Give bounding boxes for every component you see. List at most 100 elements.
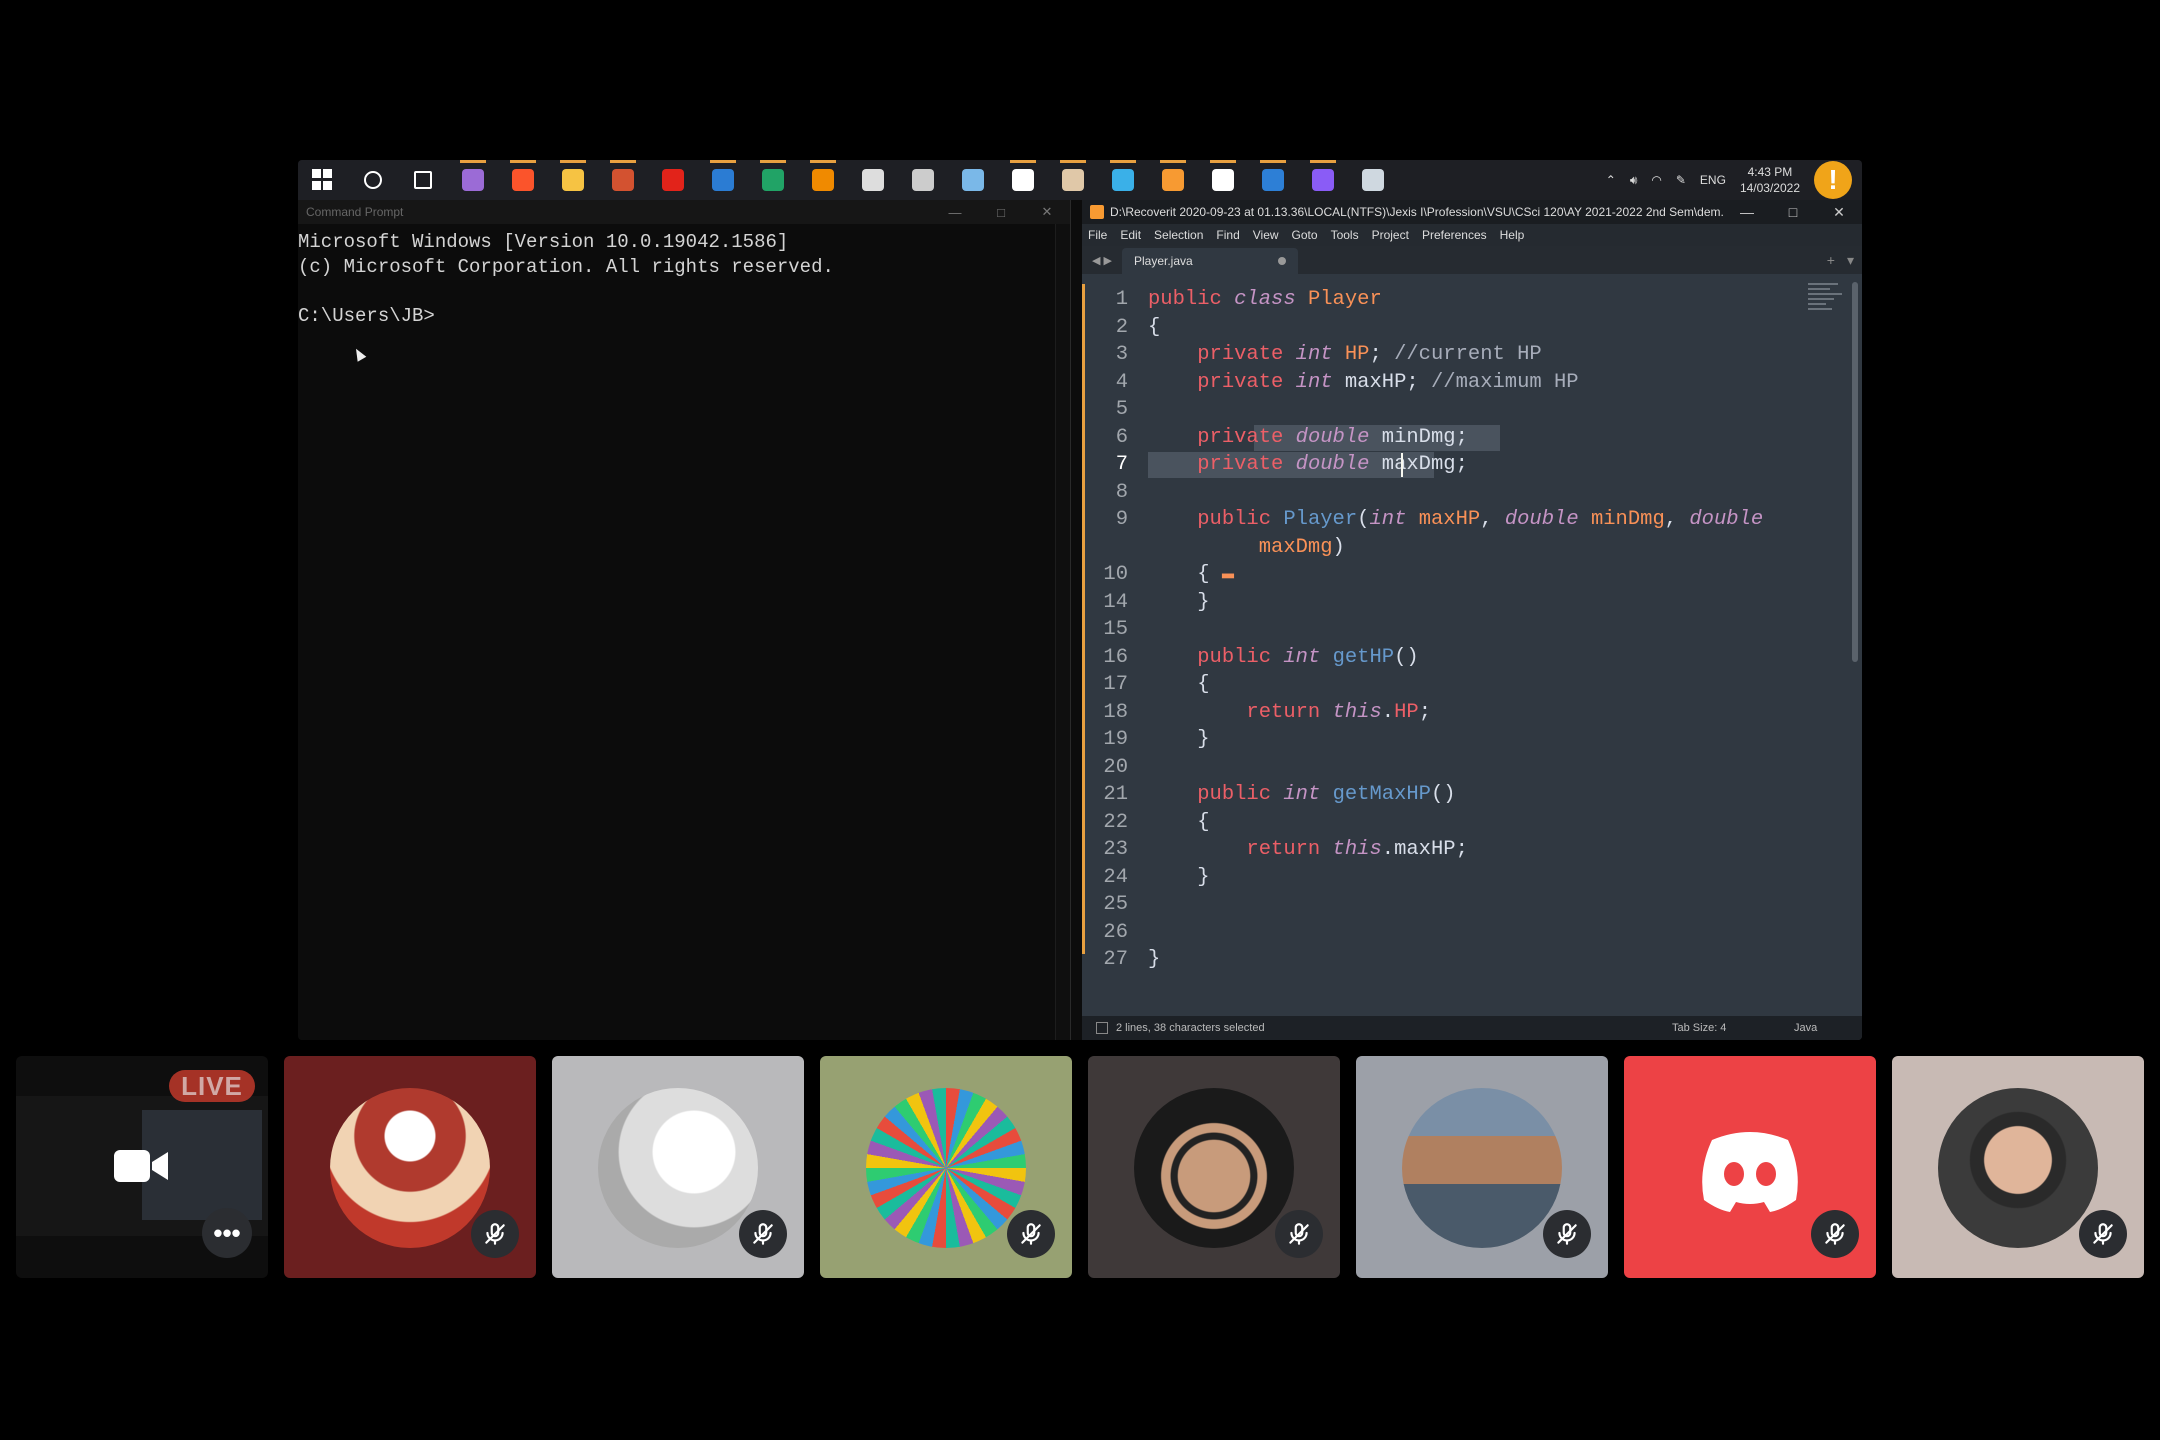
new-tab-icon[interactable]: + — [1827, 252, 1835, 269]
participant-tile-meme-avatar[interactable] — [552, 1056, 804, 1278]
menu-view[interactable]: View — [1253, 228, 1279, 242]
sublime-logo-icon — [1090, 205, 1104, 219]
code-line[interactable]: 6 private double minDmg; — [1082, 424, 1862, 452]
code-line[interactable]: 15 — [1082, 616, 1862, 644]
music-app-icon[interactable] — [848, 160, 898, 200]
sublime-text-icon[interactable] — [1148, 160, 1198, 200]
remote-desktop-icon[interactable] — [1348, 160, 1398, 200]
wifi-icon[interactable]: ◠ — [1651, 173, 1661, 187]
code-line[interactable]: 4 private int maxHP; //maximum HP — [1082, 369, 1862, 397]
menu-find[interactable]: Find — [1216, 228, 1239, 242]
language-indicator[interactable]: ENG — [1700, 173, 1726, 187]
code-line[interactable]: 2{ — [1082, 314, 1862, 342]
terminal-icon[interactable] — [1198, 160, 1248, 200]
search-icon[interactable] — [348, 160, 398, 200]
menu-tools[interactable]: Tools — [1331, 228, 1359, 242]
code-line[interactable]: 10 { ▬ — [1082, 561, 1862, 589]
menu-edit[interactable]: Edit — [1120, 228, 1141, 242]
clock[interactable]: 4:43 PM 14/03/2022 — [1740, 164, 1800, 196]
code-line[interactable]: 26 — [1082, 919, 1862, 947]
tab-player-java[interactable]: Player.java — [1122, 248, 1298, 274]
code-line[interactable]: 16 public int getHP() — [1082, 644, 1862, 672]
tab-list-icon[interactable]: ▾ — [1847, 252, 1854, 269]
tablet-app-icon[interactable] — [948, 160, 998, 200]
messenger-icon[interactable] — [1298, 160, 1348, 200]
avatar — [1402, 1088, 1562, 1248]
excel-icon[interactable] — [748, 160, 798, 200]
menu-selection[interactable]: Selection — [1154, 228, 1203, 242]
code-editor[interactable]: 1 public class Player 2{3 private int HP; … — [1082, 274, 1862, 996]
syntax-status[interactable]: Java — [1794, 1022, 1817, 1034]
edge-icon[interactable] — [1098, 160, 1148, 200]
code-line[interactable]: 9 public Player(int maxHP, double minDmg… — [1082, 506, 1862, 534]
code-line[interactable]: 21 public int getMaxHP() — [1082, 781, 1862, 809]
minimize-icon[interactable]: — — [932, 200, 978, 224]
line-number: 6 — [1115, 425, 1128, 449]
code-text: { — [1148, 315, 1161, 339]
participant-tile-stream-preview[interactable]: LIVE ••• — [16, 1056, 268, 1278]
code-line[interactable]: 18 return this.HP; — [1082, 699, 1862, 727]
menu-project[interactable]: Project — [1372, 228, 1409, 242]
code-line[interactable]: 24 } — [1082, 864, 1862, 892]
line-number: 5 — [1115, 398, 1128, 421]
menu-file[interactable]: File — [1088, 228, 1107, 242]
code-line[interactable]: 20 — [1082, 754, 1862, 782]
code-line[interactable]: 14 } — [1082, 589, 1862, 617]
menu-goto[interactable]: Goto — [1292, 228, 1318, 242]
warning-icon[interactable]: ! — [1814, 161, 1852, 199]
code-line[interactable]: 1 public class Player — [1082, 286, 1862, 314]
cmd-output[interactable]: Microsoft Windows [Version 10.0.19042.15… — [298, 224, 1070, 328]
code-line[interactable]: 5 — [1082, 396, 1862, 424]
participant-tile-suit-avatar[interactable] — [1356, 1056, 1608, 1278]
file-explorer-icon[interactable] — [548, 160, 598, 200]
notion-icon[interactable] — [998, 160, 1048, 200]
photos-app-icon[interactable] — [1048, 160, 1098, 200]
participant-tile-pirate-avatar[interactable] — [284, 1056, 536, 1278]
code-line[interactable]: 27} — [1082, 946, 1862, 974]
participant-tile-headset-avatar[interactable] — [1892, 1056, 2144, 1278]
close-icon[interactable]: ✕ — [1024, 200, 1070, 224]
stocks-app-icon[interactable] — [1248, 160, 1298, 200]
brave-icon[interactable] — [498, 160, 548, 200]
command-prompt-window[interactable]: Command Prompt — □ ✕ Microsoft Windows [… — [298, 200, 1071, 1040]
panel-toggle-icon[interactable] — [1096, 1022, 1108, 1034]
code-line[interactable]: maxDmg) — [1082, 534, 1862, 562]
vlc-icon[interactable] — [798, 160, 848, 200]
chevron-up-icon[interactable]: ⌃ — [1606, 173, 1616, 187]
more-options-button[interactable]: ••• — [202, 1208, 252, 1258]
word-icon[interactable] — [698, 160, 748, 200]
menu-preferences[interactable]: Preferences — [1422, 228, 1487, 242]
powerpoint-icon[interactable] — [598, 160, 648, 200]
participant-tile-pixel-avatar[interactable] — [820, 1056, 1072, 1278]
maximize-icon[interactable]: □ — [978, 200, 1024, 224]
code-line[interactable]: 19 } — [1082, 726, 1862, 754]
code-line[interactable]: 25 — [1082, 891, 1862, 919]
minimize-icon[interactable]: — — [1724, 200, 1770, 224]
cmd-scrollbar[interactable] — [1055, 224, 1070, 1040]
tab-nav-arrows-icon[interactable]: ◀ ▶ — [1082, 246, 1122, 274]
windows-start-icon[interactable] — [298, 160, 348, 200]
close-icon[interactable]: ✕ — [1816, 200, 1862, 224]
avatar — [866, 1088, 1026, 1248]
media-app-icon[interactable] — [898, 160, 948, 200]
tab-size-status[interactable]: Tab Size: 4 — [1672, 1022, 1726, 1034]
muted-mic-icon — [739, 1210, 787, 1258]
code-line[interactable]: 8 — [1082, 479, 1862, 507]
code-line[interactable]: 22 { — [1082, 809, 1862, 837]
task-view-icon[interactable] — [398, 160, 448, 200]
participant-tile-masked-avatar[interactable] — [1088, 1056, 1340, 1278]
code-line[interactable]: 17 { — [1082, 671, 1862, 699]
pen-icon[interactable]: ✎ — [1676, 173, 1686, 187]
participant-tile-discord-avatar[interactable] — [1624, 1056, 1876, 1278]
menu-help[interactable]: Help — [1500, 228, 1525, 242]
sublime-text-window[interactable]: D:\Recoverit 2020-09-23 at 01.13.36\LOCA… — [1082, 200, 1862, 1040]
speaker-icon[interactable]: 🔊︎ — [1630, 173, 1638, 188]
code-text: } — [1148, 590, 1210, 614]
unsaved-dot-icon[interactable] — [1278, 257, 1286, 265]
maximize-icon[interactable]: □ — [1770, 200, 1816, 224]
acrobat-icon[interactable] — [648, 160, 698, 200]
code-line[interactable]: 3 private int HP; //current HP — [1082, 341, 1862, 369]
code-line[interactable]: 23 return this.maxHP; — [1082, 836, 1862, 864]
code-line[interactable]: 7 private double maxDmg; — [1082, 451, 1862, 479]
visual-studio-icon[interactable] — [448, 160, 498, 200]
